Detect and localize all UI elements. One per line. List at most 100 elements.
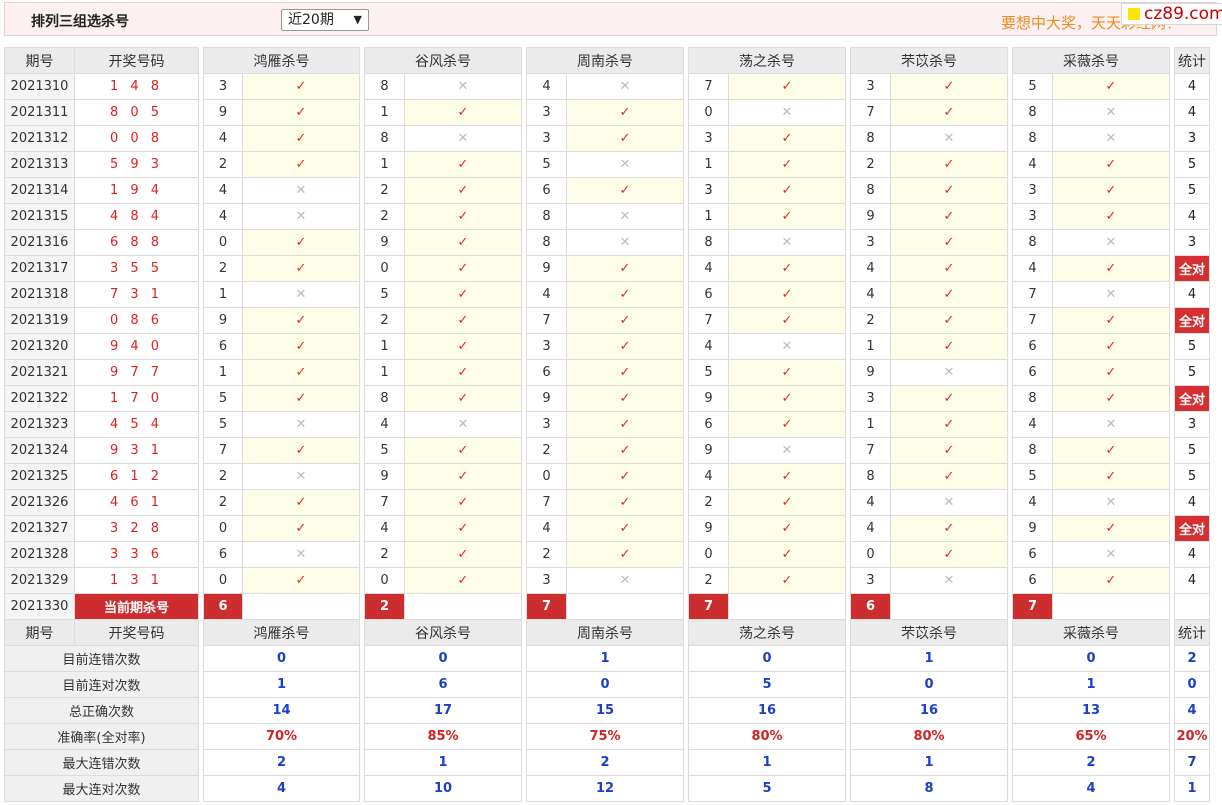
kill-number-cell: 4 — [850, 515, 891, 542]
kill-number-cell: 4 — [850, 489, 891, 516]
check-icon: ✓ — [404, 177, 522, 204]
summary-label: 最大连错次数 — [4, 749, 199, 776]
draw-numbers-cell: 8 0 5 — [74, 99, 199, 126]
kill-number-cell: 8 — [688, 229, 729, 256]
summary-value: 1 — [850, 749, 1008, 776]
check-icon: ✓ — [890, 411, 1008, 438]
check-icon: ✓ — [728, 463, 846, 490]
issue-cell: 2021325 — [4, 463, 75, 490]
check-icon: ✓ — [404, 515, 522, 542]
check-icon: ✓ — [728, 151, 846, 178]
kill-number-cell: 9 — [1012, 515, 1053, 542]
kill-number-cell: 8 — [850, 125, 891, 152]
summary-label: 目前连对次数 — [4, 671, 199, 698]
cross-icon: ✕ — [1052, 229, 1170, 256]
check-icon: ✓ — [242, 73, 360, 100]
header-expert: 采薇杀号 — [1012, 47, 1170, 74]
check-icon: ✓ — [1052, 567, 1170, 594]
kill-number-cell: 3 — [526, 125, 567, 152]
cross-icon: ✕ — [890, 125, 1008, 152]
current-period-row: 2021330 当前期杀号 6 2 7 7 6 7 — [4, 593, 1210, 620]
table-row: 2021321 9 7 7 1 ✓ 1 ✓ 6 ✓ 5 ✓ 9 ✕ 6 ✓ 5 — [4, 359, 1210, 386]
check-icon: ✓ — [242, 359, 360, 386]
kill-number-cell: 7 — [850, 437, 891, 464]
check-icon: ✓ — [728, 281, 846, 308]
kill-number-cell: 7 — [526, 307, 567, 334]
kill-number-cell: 5 — [526, 151, 567, 178]
kill-number-cell: 4 — [688, 333, 729, 360]
stat-cell: 5 — [1174, 151, 1210, 178]
all-correct-badge: 全对 — [1174, 385, 1210, 412]
kill-number-cell: 3 — [850, 385, 891, 412]
kill-number-cell: 3 — [526, 333, 567, 360]
check-icon: ✓ — [404, 307, 522, 334]
kill-number-cell: 4 — [526, 515, 567, 542]
all-correct-badge: 全对 — [1174, 515, 1210, 542]
check-icon: ✓ — [890, 307, 1008, 334]
summary-label: 最大连对次数 — [4, 775, 199, 802]
stat-cell: 3 — [1174, 411, 1210, 438]
summary-value: 4 — [1012, 775, 1170, 802]
check-icon: ✓ — [242, 515, 360, 542]
table-header-row: 期号 开奖号码 鸿雁杀号 谷风杀号 周南杀号 荡之杀号 芣苡杀号 采薇杀号 统计 — [4, 47, 1210, 74]
check-icon: ✓ — [890, 515, 1008, 542]
summary-value: 12 — [526, 775, 684, 802]
header-numbers: 开奖号码 — [74, 619, 199, 646]
check-icon: ✓ — [566, 333, 684, 360]
cross-icon: ✕ — [404, 73, 522, 100]
kill-number-cell: 9 — [526, 255, 567, 282]
kill-number-cell: 7 — [850, 99, 891, 126]
cross-icon: ✕ — [242, 411, 360, 438]
summary-value: 1 — [688, 749, 846, 776]
check-icon: ✓ — [404, 203, 522, 230]
draw-numbers-cell: 4 8 4 — [74, 203, 199, 230]
table-row: 2021322 1 7 0 5 ✓ 8 ✓ 9 ✓ 9 ✓ 3 ✓ 8 ✓ 全对 — [4, 385, 1210, 412]
period-select[interactable]: 近20期 ▼ — [281, 9, 369, 31]
current-kill-label: 当前期杀号 — [74, 593, 199, 620]
header-expert: 鸿雁杀号 — [203, 619, 360, 646]
draw-numbers-cell: 3 3 6 — [74, 541, 199, 568]
cross-icon: ✕ — [890, 489, 1008, 516]
kill-number-cell: 2 — [203, 255, 243, 282]
summary-stat: 4 — [1174, 697, 1210, 724]
header-issue: 期号 — [4, 47, 75, 74]
kill-number-cell: 4 — [1012, 151, 1053, 178]
issue-cell: 2021314 — [4, 177, 75, 204]
kill-number-cell: 4 — [688, 463, 729, 490]
kill-number-cell: 2 — [364, 177, 405, 204]
check-icon: ✓ — [1052, 359, 1170, 386]
header-expert: 荡之杀号 — [688, 47, 846, 74]
kill-number-cell: 4 — [203, 125, 243, 152]
kill-number-cell: 6 — [203, 333, 243, 360]
summary-value: 0 — [1012, 645, 1170, 672]
cross-icon: ✕ — [1052, 281, 1170, 308]
summary-value: 4 — [203, 775, 360, 802]
check-icon: ✓ — [566, 463, 684, 490]
cross-icon: ✕ — [728, 333, 846, 360]
draw-numbers-cell: 6 1 2 — [74, 463, 199, 490]
check-icon: ✓ — [242, 437, 360, 464]
issue-cell: 2021311 — [4, 99, 75, 126]
kill-number-cell: 2 — [850, 151, 891, 178]
summary-value: 16 — [850, 697, 1008, 724]
site-badge[interactable]: cz89.com — [1121, 3, 1222, 25]
kill-number-cell: 0 — [688, 541, 729, 568]
issue-cell: 2021312 — [4, 125, 75, 152]
kill-number-cell: 2 — [526, 437, 567, 464]
cross-icon: ✕ — [728, 99, 846, 126]
chevron-down-icon: ▼ — [353, 13, 362, 26]
cross-icon: ✕ — [242, 463, 360, 490]
kill-number-cell: 2 — [688, 567, 729, 594]
draw-numbers-cell: 1 7 0 — [74, 385, 199, 412]
check-icon: ✓ — [1052, 333, 1170, 360]
kill-number-cell: 0 — [364, 255, 405, 282]
check-icon: ✓ — [242, 125, 360, 152]
draw-numbers-cell: 9 4 0 — [74, 333, 199, 360]
check-icon: ✓ — [242, 333, 360, 360]
kill-number-cell: 4 — [850, 255, 891, 282]
check-icon: ✓ — [242, 489, 360, 516]
kill-number-cell: 9 — [203, 307, 243, 334]
summary-value: 5 — [688, 775, 846, 802]
check-icon: ✓ — [1052, 255, 1170, 282]
summary-value: 2 — [1012, 749, 1170, 776]
